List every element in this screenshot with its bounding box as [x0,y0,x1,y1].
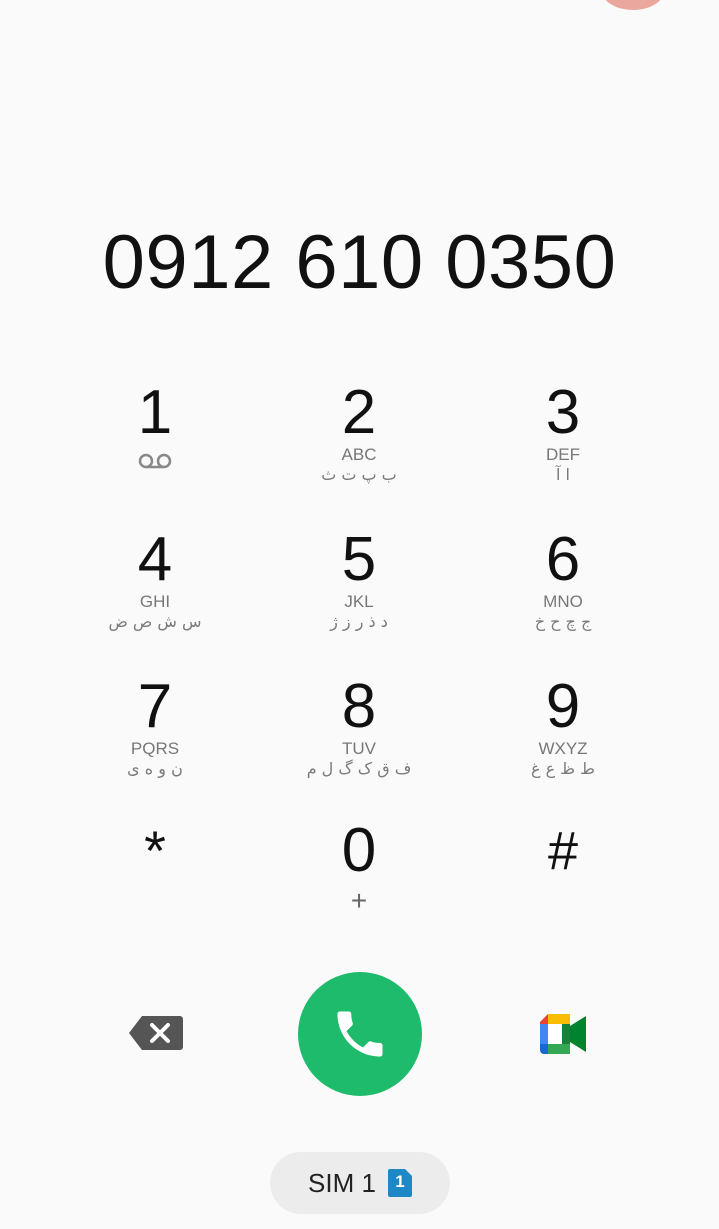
key-letters: WXYZ [538,739,588,758]
key-digit: 7 [137,672,173,741]
video-call-icon [540,1014,586,1054]
key-3[interactable]: 3 DEF ا آ [488,378,638,508]
key-digit: 1 [137,378,173,447]
key-letters: MNO [543,592,583,611]
key-letters: TUV [342,739,376,758]
key-plus: + [350,885,368,916]
sim-selector[interactable]: SIM 1 1 [270,1152,450,1214]
voicemail-icon [80,452,230,475]
key-6[interactable]: 6 MNO ج چ ح خ [488,525,638,655]
key-alt-letters: س ش ص ض [108,612,202,631]
key-1[interactable]: 1 [80,378,230,508]
key-digit: * [144,819,166,882]
key-2[interactable]: 2 ABC ب پ ت ث [284,378,434,508]
sim-card-icon: 1 [387,1169,412,1197]
key-alt-letters: ج چ ح خ [534,612,592,631]
key-5[interactable]: 5 JKL د ذ ر ز ژ [284,525,434,655]
key-digit: 5 [341,525,377,594]
video-call-button[interactable] [538,1012,590,1056]
key-digit: 8 [341,672,377,741]
backspace-button[interactable] [128,1014,184,1052]
phone-icon [337,1011,383,1057]
key-digit: 2 [341,378,377,447]
key-alt-letters: ن و ه ی [127,759,183,778]
key-digit: 0 [341,816,377,885]
key-digit: 4 [137,525,173,594]
dialer-actions [0,972,719,1096]
key-letters: JKL [344,592,374,611]
key-alt-letters: ا آ [556,465,570,484]
sim-badge-number: 1 [395,1172,405,1191]
key-4[interactable]: 4 GHI س ش ص ض [80,525,230,655]
key-7[interactable]: 7 PQRS ن و ه ی [80,672,230,802]
key-9[interactable]: 9 WXYZ ط ظ ع غ [488,672,638,802]
key-letters: ABC [341,445,377,464]
key-0[interactable]: 0 + [284,816,434,946]
key-8[interactable]: 8 TUV ف ق ک گ ل م [284,672,434,802]
backspace-icon [129,1016,183,1050]
key-digit: 9 [545,672,581,741]
key-hash[interactable]: # [488,816,638,946]
top-avatar[interactable] [602,0,664,10]
key-alt-letters: ف ق ک گ ل م [306,759,412,778]
key-digit: # [547,821,579,881]
key-letters: GHI [139,592,171,611]
key-alt-letters: ب پ ت ث [321,465,397,484]
key-digit: 6 [545,525,581,594]
key-alt-letters: ط ظ ع غ [531,759,595,778]
key-digit: 3 [545,378,581,447]
phone-number-display: 0912 610 0350 [102,220,617,305]
key-star[interactable]: * [80,816,230,946]
key-letters: PQRS [130,739,180,758]
sim-label: SIM 1 [308,1167,376,1198]
call-button[interactable] [298,972,422,1096]
key-letters: DEF [546,445,580,464]
key-alt-letters: د ذ ر ز ژ [330,612,388,631]
